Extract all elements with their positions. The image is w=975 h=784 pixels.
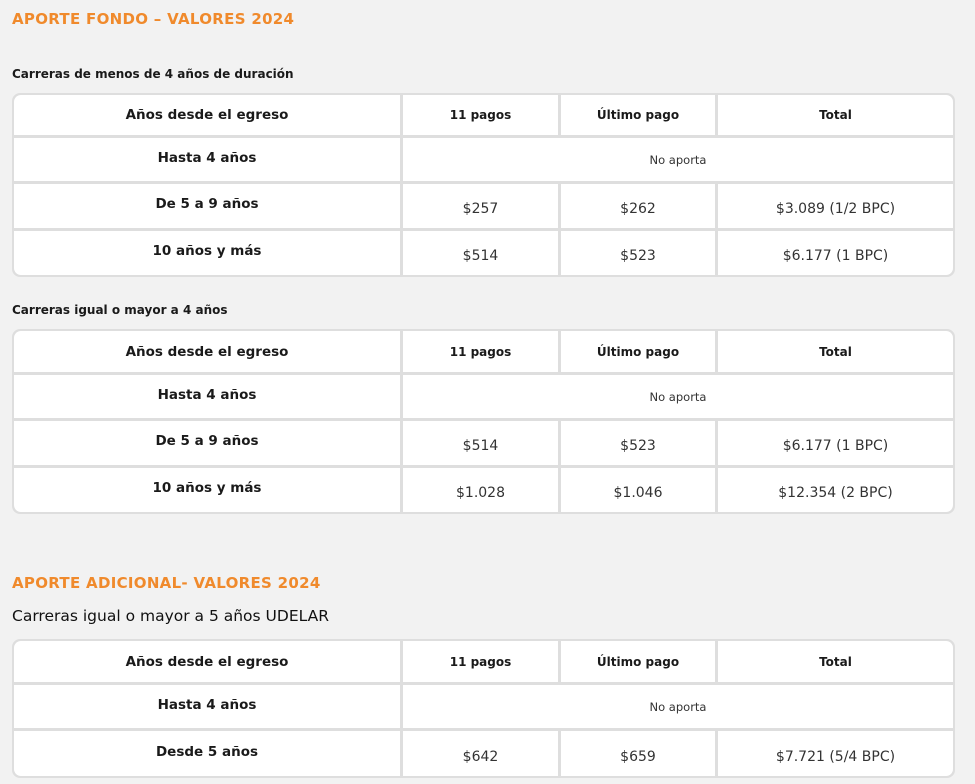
- pagos-value: $642: [403, 731, 558, 776]
- header-total: Total: [718, 95, 953, 135]
- header-anos-egreso: Años desde el egreso: [14, 95, 400, 135]
- header-anos-egreso: Años desde el egreso: [14, 641, 400, 682]
- header-total: Total: [718, 331, 953, 372]
- subtitle-udelar: Carreras igual o mayor a 5 años UDELAR: [12, 607, 329, 625]
- row-label: De 5 a 9 años: [14, 184, 400, 228]
- table-aporte-adicional: Años desde el egreso 11 pagos Último pag…: [12, 639, 955, 778]
- ultimo-value: $523: [561, 421, 715, 465]
- header-11-pagos: 11 pagos: [403, 331, 558, 372]
- ultimo-value: $1.046: [561, 468, 715, 512]
- pagos-value: $257: [403, 184, 558, 228]
- row-label: 10 años y más: [14, 468, 400, 512]
- row-label: Hasta 4 años: [14, 138, 400, 181]
- subtitle-igual-mayor-4-anos: Carreras igual o mayor a 4 años: [12, 303, 228, 317]
- row-label: De 5 a 9 años: [14, 421, 400, 465]
- header-ultimo-pago: Último pago: [561, 641, 715, 682]
- header-11-pagos: 11 pagos: [403, 641, 558, 682]
- header-anos-egreso: Años desde el egreso: [14, 331, 400, 372]
- row-label: Hasta 4 años: [14, 375, 400, 418]
- ultimo-value: $659: [561, 731, 715, 776]
- table-menos-4-anos: Años desde el egreso 11 pagos Último pag…: [12, 93, 955, 277]
- section-title-aporte-adicional: APORTE ADICIONAL- VALORES 2024: [12, 574, 321, 592]
- pagos-value: $1.028: [403, 468, 558, 512]
- total-value: $3.089 (1/2 BPC): [718, 184, 953, 228]
- ultimo-value: $523: [561, 231, 715, 275]
- row-label: Desde 5 años: [14, 731, 400, 776]
- total-value: $6.177 (1 BPC): [718, 231, 953, 275]
- header-ultimo-pago: Último pago: [561, 331, 715, 372]
- total-value: $6.177 (1 BPC): [718, 421, 953, 465]
- total-value: $12.354 (2 BPC): [718, 468, 953, 512]
- table-igual-mayor-4-anos: Años desde el egreso 11 pagos Último pag…: [12, 329, 955, 514]
- row-label: 10 años y más: [14, 231, 400, 275]
- no-aporta-cell: No aporta: [403, 685, 953, 728]
- total-value: $7.721 (5/4 BPC): [718, 731, 953, 776]
- no-aporta-cell: No aporta: [403, 138, 953, 181]
- header-ultimo-pago: Último pago: [561, 95, 715, 135]
- section-title-aporte-fondo: APORTE FONDO – VALORES 2024: [12, 10, 295, 28]
- page: APORTE FONDO – VALORES 2024 Carreras de …: [0, 0, 975, 784]
- ultimo-value: $262: [561, 184, 715, 228]
- pagos-value: $514: [403, 421, 558, 465]
- pagos-value: $514: [403, 231, 558, 275]
- no-aporta-cell: No aporta: [403, 375, 953, 418]
- header-total: Total: [718, 641, 953, 682]
- header-11-pagos: 11 pagos: [403, 95, 558, 135]
- subtitle-menos-4-anos: Carreras de menos de 4 años de duración: [12, 67, 294, 81]
- row-label: Hasta 4 años: [14, 685, 400, 728]
